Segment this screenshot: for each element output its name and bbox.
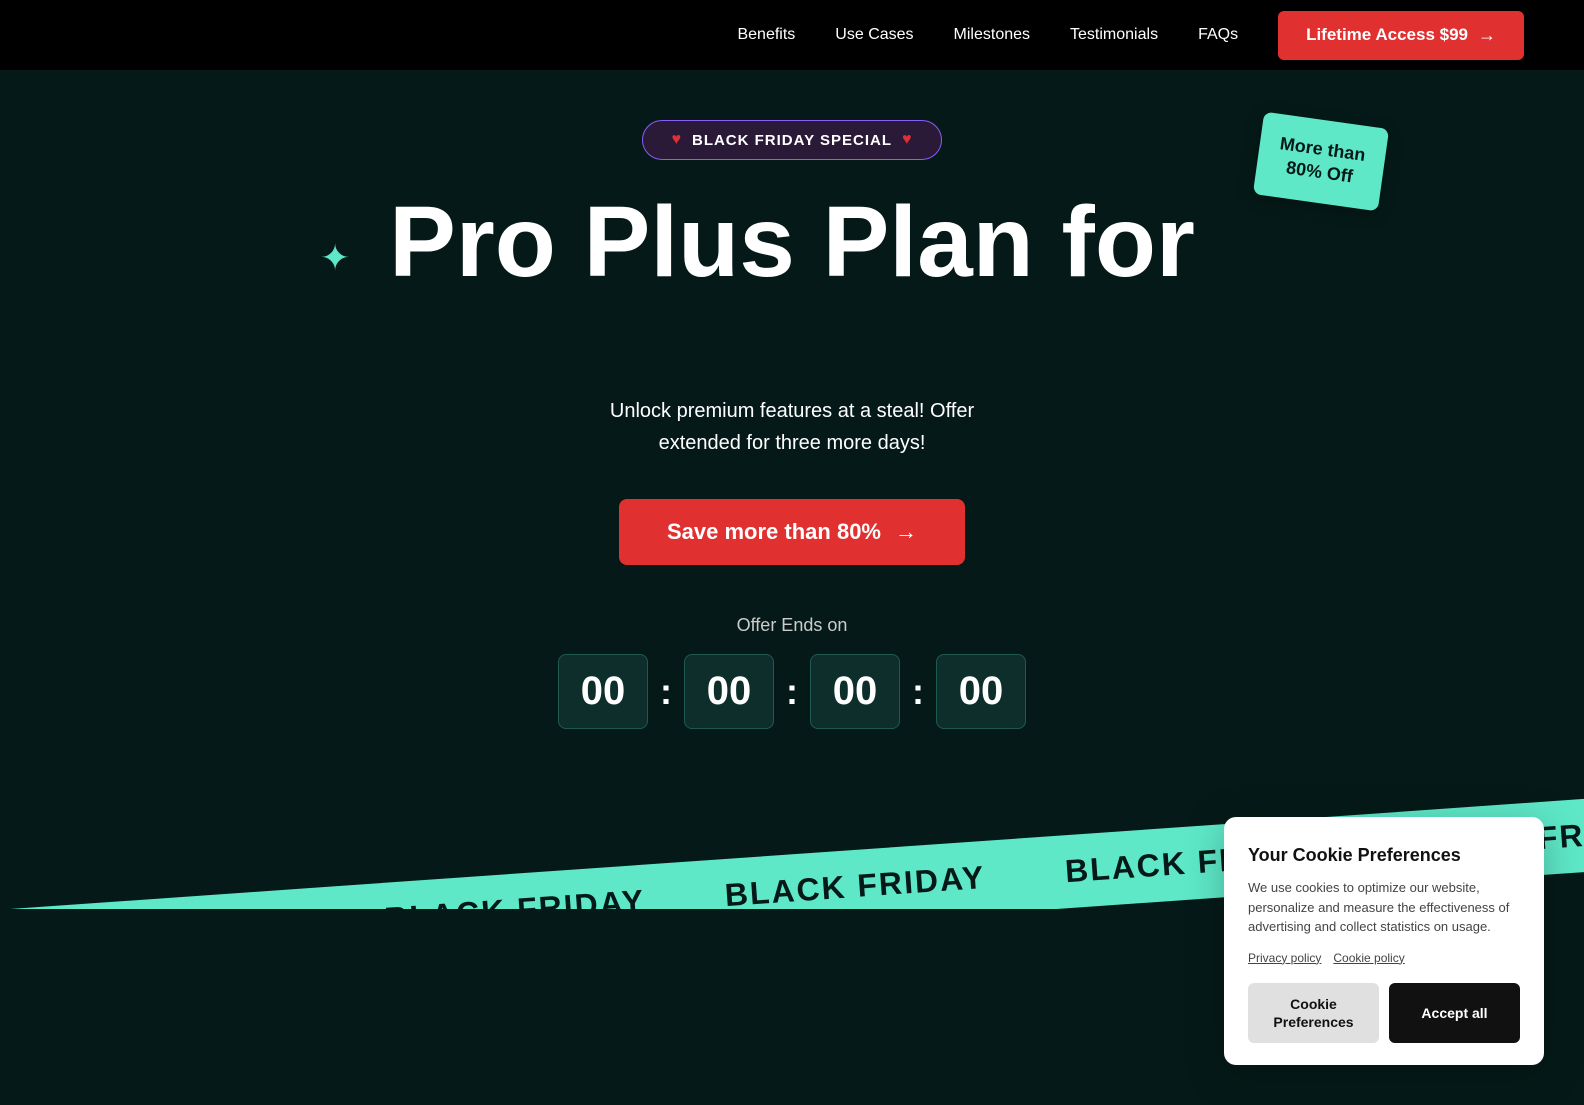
hero-subtitle: Unlock premium features at a steal! Offe…: [610, 395, 974, 459]
nav-benefits[interactable]: Benefits: [737, 26, 795, 44]
countdown-label: Offer Ends on: [737, 615, 848, 636]
navbar: Benefits Use Cases Milestones Testimonia…: [0, 0, 1584, 70]
discount-tag: More than 80% Off: [1253, 112, 1389, 212]
cookie-policy-link[interactable]: Cookie policy: [1333, 951, 1404, 965]
cookie-title: Your Cookie Preferences: [1248, 845, 1520, 866]
sparkle-icon: ✦: [320, 240, 350, 276]
countdown-seconds: 00: [810, 654, 900, 729]
badge-text: BLACK FRIDAY SPECIAL: [692, 132, 892, 149]
bf-text-3: BLACK FRIDAY: [684, 856, 1027, 909]
countdown-ms: 00: [936, 654, 1026, 729]
nav-links: Benefits Use Cases Milestones Testimonia…: [737, 26, 1238, 44]
cookie-description: We use cookies to optimize our website, …: [1248, 878, 1520, 937]
nav-faqs[interactable]: FAQs: [1198, 26, 1238, 44]
privacy-policy-link[interactable]: Privacy policy: [1248, 951, 1321, 965]
cookie-accept-button[interactable]: Accept all: [1389, 983, 1520, 1043]
nav-milestones[interactable]: Milestones: [954, 26, 1030, 44]
bf-text-1: BLACK FRIDAY: [3, 904, 346, 909]
cookie-banner: Your Cookie Preferences We use cookies t…: [1224, 817, 1544, 1065]
cookie-preferences-button[interactable]: Cookie Preferences: [1248, 983, 1379, 1043]
nav-testimonials[interactable]: Testimonials: [1070, 26, 1158, 44]
countdown-timer: 00 : 00 : 00 : 00: [558, 654, 1026, 729]
hero-section: ✦ More than 80% Off ♥ BLACK FRIDAY SPECI…: [0, 70, 1584, 789]
countdown-hours: 00: [558, 654, 648, 729]
countdown-minutes: 00: [684, 654, 774, 729]
bf-text-2: BLACK FRIDAY: [343, 880, 686, 909]
cookie-buttons: Cookie Preferences Accept all: [1248, 983, 1520, 1043]
nav-use-cases[interactable]: Use Cases: [835, 26, 913, 44]
cookie-links: Privacy policy Cookie policy: [1248, 951, 1520, 965]
countdown-sep-2: :: [782, 671, 802, 713]
nav-cta-arrow-icon: →: [1478, 25, 1496, 46]
hero-cta-arrow-icon: →: [895, 519, 917, 545]
hero-heading: Pro Plus Plan for: [389, 190, 1195, 295]
heart-icon-right: ♥: [902, 131, 913, 149]
nav-cta-button[interactable]: Lifetime Access $99 →: [1278, 11, 1524, 60]
heart-icon-left: ♥: [671, 131, 682, 149]
countdown-sep-1: :: [656, 671, 676, 713]
countdown-sep-3: :: [908, 671, 928, 713]
badge-pill: ♥ BLACK FRIDAY SPECIAL ♥: [642, 120, 941, 160]
hero-cta-button[interactable]: Save more than 80% →: [619, 499, 965, 565]
